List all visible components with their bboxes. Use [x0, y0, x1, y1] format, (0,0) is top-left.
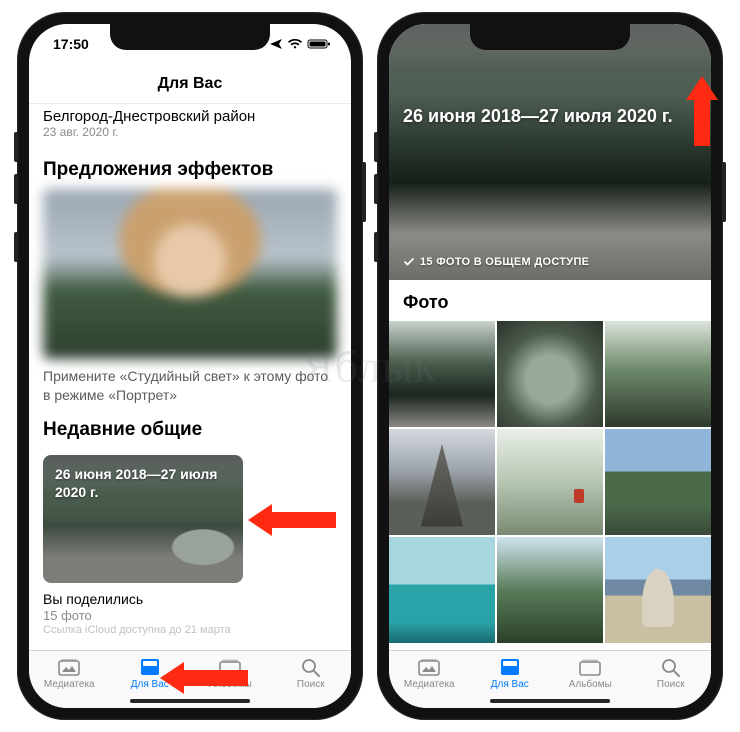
effect-caption: Примените «Студийный свет» к этому фото … [29, 359, 351, 409]
photo-thumbnail[interactable] [389, 537, 495, 643]
photo-thumbnail[interactable] [389, 429, 495, 535]
tab-label: Для Вас [491, 679, 529, 690]
photo-thumbnail[interactable] [389, 321, 495, 427]
notch [470, 24, 630, 50]
memory-date: 23 авг. 2020 г. [43, 125, 337, 139]
tab-search[interactable]: Поиск [271, 656, 352, 690]
hero-title: 26 июня 2018—27 июля 2020 г. [403, 106, 697, 127]
photo-thumbnail[interactable] [497, 321, 603, 427]
tab-library[interactable]: Медиатека [29, 656, 110, 690]
library-icon [56, 656, 82, 678]
tab-label: Поиск [297, 679, 325, 690]
memory-location: Белгород-Днестровский район [43, 108, 337, 125]
photo-thumbnail[interactable] [605, 321, 711, 427]
navbar: Для Вас [29, 64, 351, 104]
effects-header: Предложения эффектов [29, 149, 351, 189]
tab-label: Медиатека [44, 679, 95, 690]
check-icon [403, 256, 415, 268]
phone-left: 17:50 Для Вас Белгород-Днестровский райо… [17, 12, 363, 720]
wifi-icon [287, 38, 303, 50]
tab-for-you[interactable]: Для Вас [110, 656, 191, 690]
photo-thumbnail[interactable] [497, 537, 603, 643]
hero-image[interactable]: 26 июня 2018—27 июля 2020 г. 15 ФОТО В О… [389, 24, 711, 280]
for-you-icon [497, 656, 523, 678]
shared-label: 15 ФОТО В ОБЩЕМ ДОСТУПЕ [420, 256, 589, 268]
search-icon [658, 656, 684, 678]
photos-header: Фото [389, 280, 711, 321]
recent-shared-meta: Вы поделились 15 фото Ссылка iCloud дост… [29, 583, 351, 636]
content-area[interactable]: Белгород-Днестровский район 23 авг. 2020… [29, 104, 351, 650]
photo-thumbnail[interactable] [605, 429, 711, 535]
for-you-icon [137, 656, 163, 678]
recent-link-expiry: Ссылка iCloud доступна до 21 марта [43, 624, 337, 636]
photo-thumbnail[interactable] [497, 429, 603, 535]
tab-albums[interactable]: Альбомы [190, 656, 271, 690]
tab-albums[interactable]: Альбомы [550, 656, 631, 690]
tab-label: Для Вас [131, 679, 169, 690]
library-icon [416, 656, 442, 678]
albums-icon [577, 656, 603, 678]
albums-icon [217, 656, 243, 678]
status-time: 17:50 [53, 36, 89, 52]
shared-badge: 15 ФОТО В ОБЩЕМ ДОСТУПЕ [403, 256, 589, 268]
tab-library[interactable]: Медиатека [389, 656, 470, 690]
battery-icon [307, 38, 331, 50]
phone-right: 17:50 Для Вас 26 июня 2018—27 ию [377, 12, 723, 720]
recent-you-prefix: Вы [43, 591, 62, 607]
notch [110, 24, 270, 50]
home-indicator[interactable] [130, 699, 250, 703]
tab-search[interactable]: Поиск [631, 656, 712, 690]
tab-label: Альбомы [209, 679, 252, 690]
tab-for-you[interactable]: Для Вас [470, 656, 551, 690]
photo-grid [389, 321, 711, 643]
effect-suggestion-image[interactable] [43, 189, 337, 359]
content-area[interactable]: 26 июня 2018—27 июля 2020 г. 15 ФОТО В О… [389, 24, 711, 650]
recent-count: 15 фото [43, 608, 337, 623]
tab-label: Медиатека [404, 679, 455, 690]
tab-label: Альбомы [569, 679, 612, 690]
search-icon [298, 656, 324, 678]
tab-label: Поиск [657, 679, 685, 690]
page-title: Для Вас [158, 75, 223, 93]
recent-shared-card[interactable]: 26 июня 2018—27 июля 2020 г. [43, 455, 243, 583]
recent-card-title: 26 июня 2018—27 июля 2020 г. [55, 465, 231, 501]
status-icons [269, 38, 331, 50]
recent-you-rest: поделились [62, 591, 143, 607]
airplane-icon [269, 38, 283, 50]
photo-thumbnail[interactable] [605, 537, 711, 643]
recent-shared-header: Недавние общие [29, 409, 351, 449]
home-indicator[interactable] [490, 699, 610, 703]
memory-row[interactable]: Белгород-Днестровский район 23 авг. 2020… [29, 104, 351, 149]
